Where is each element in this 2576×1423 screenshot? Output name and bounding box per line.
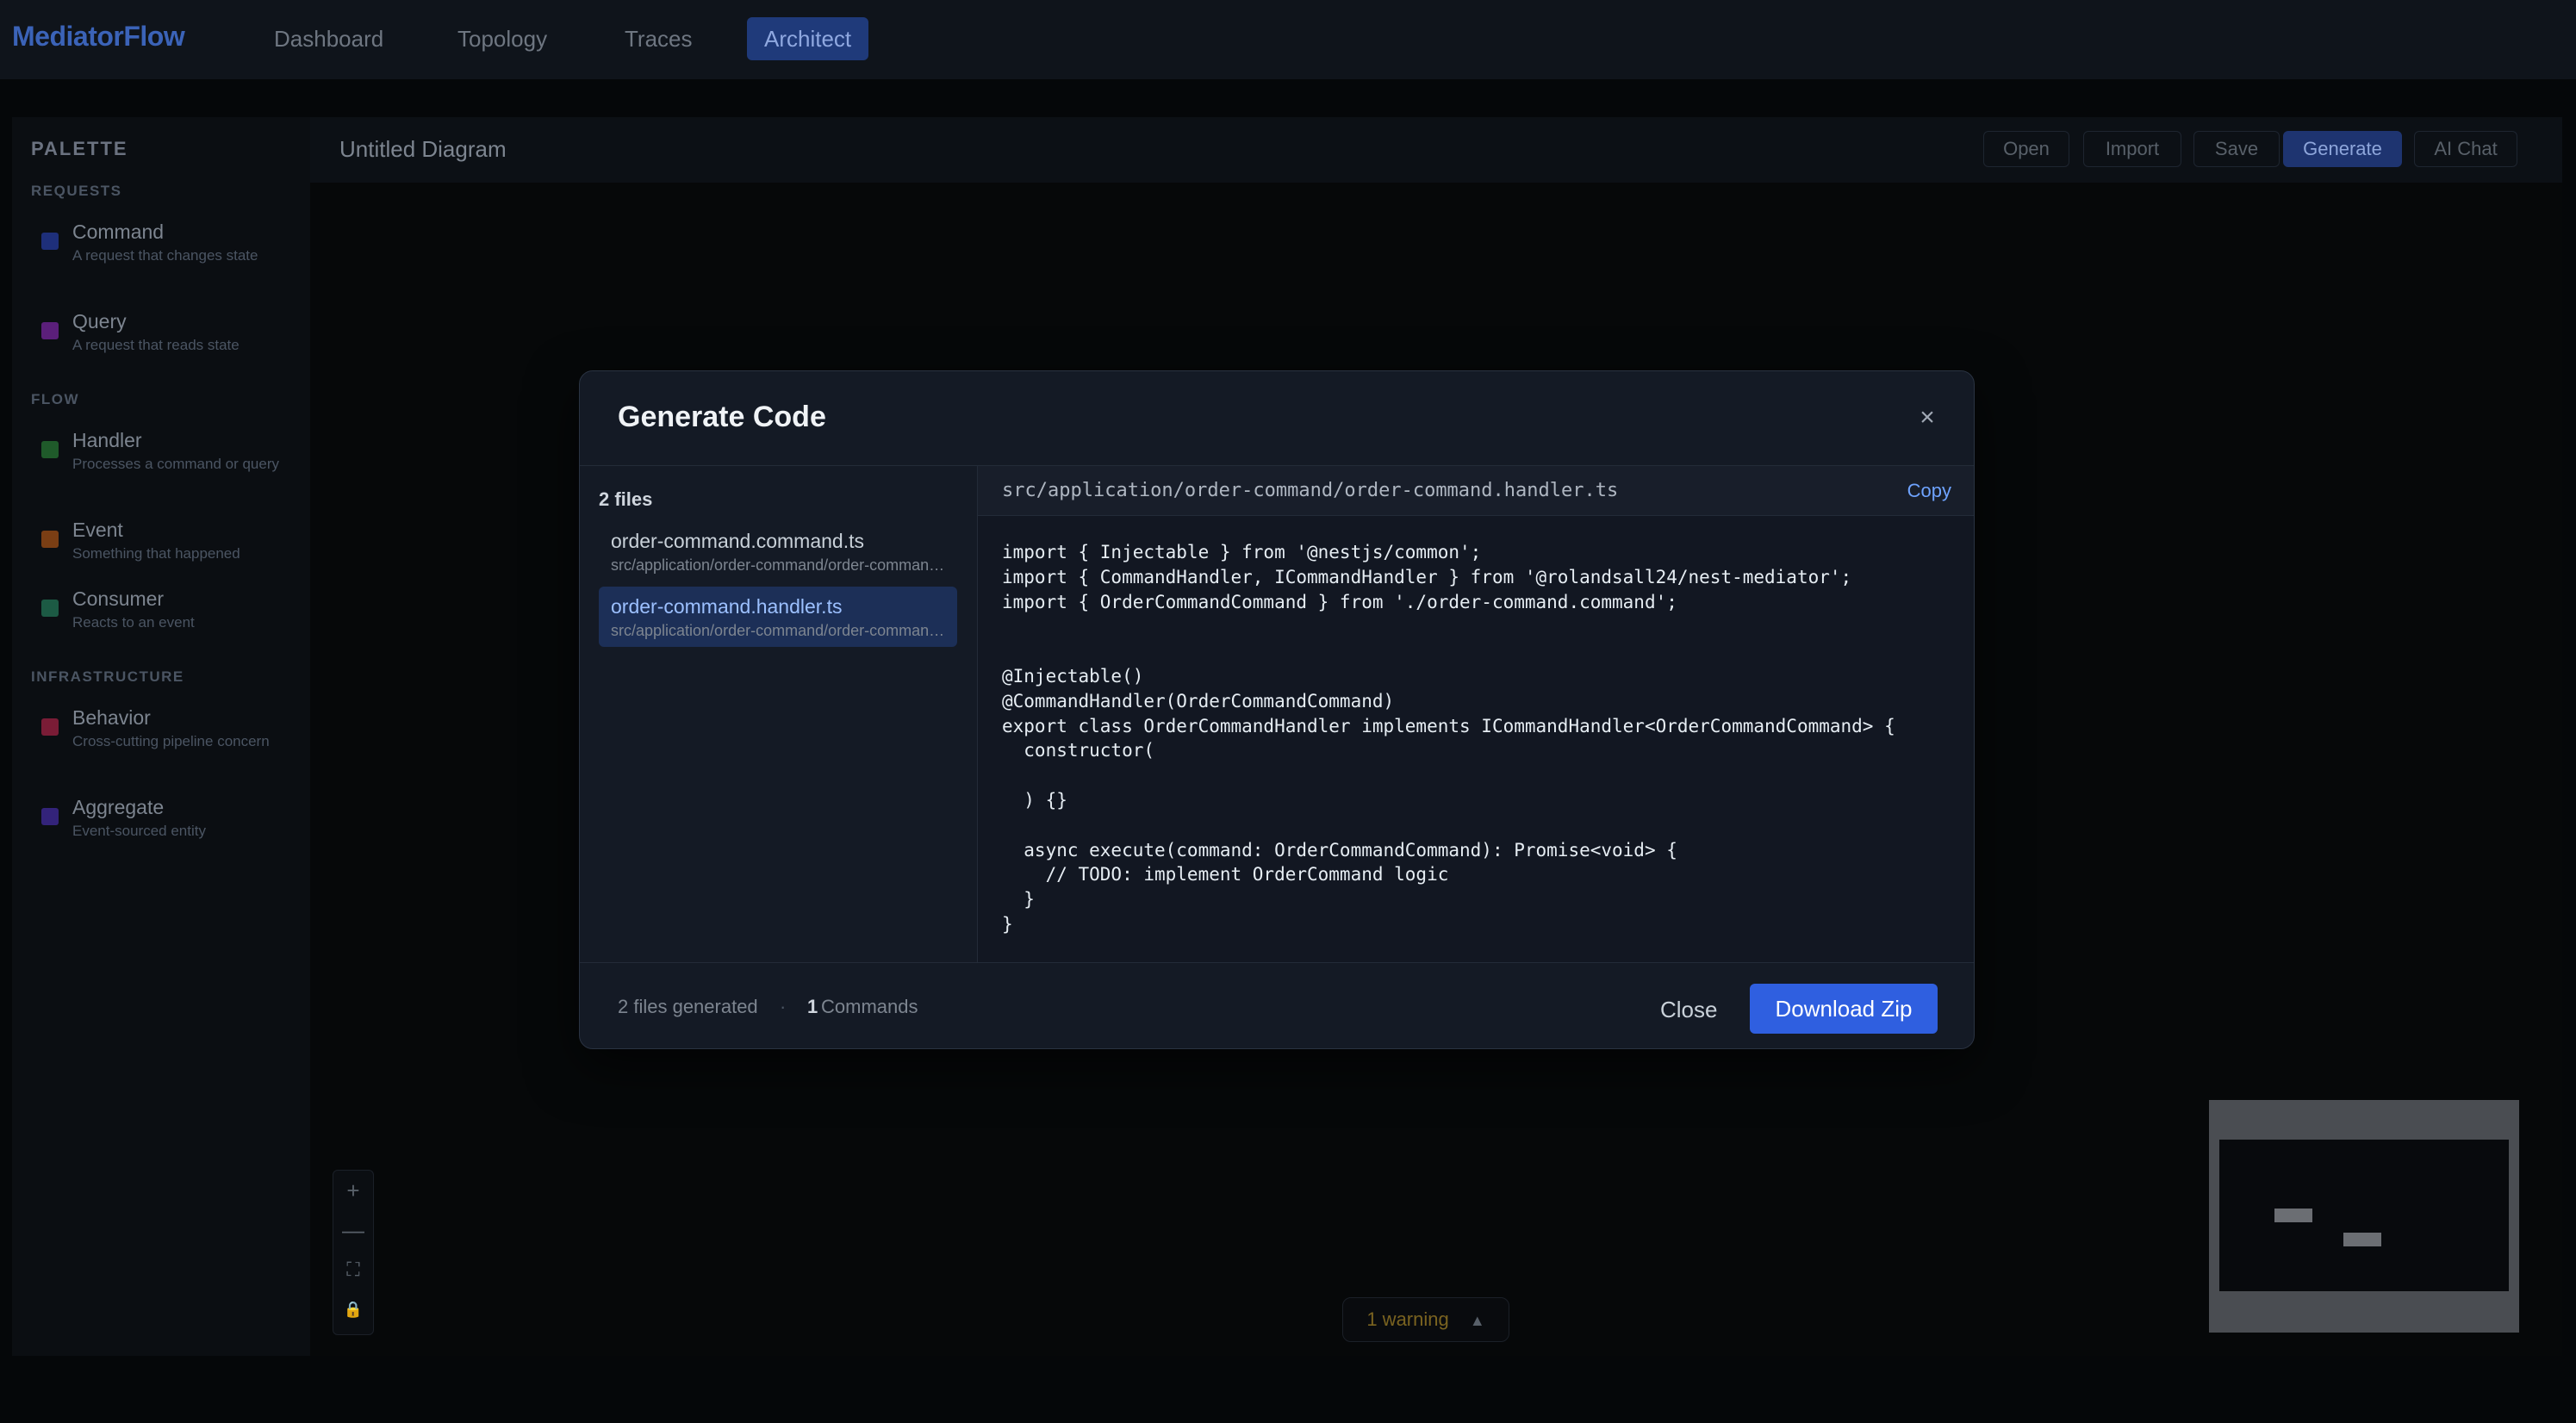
file-path: src/application/order-command/order-comm… (611, 622, 945, 639)
commands-count: 1 (807, 996, 818, 1017)
commands-label: Commands (821, 996, 918, 1017)
palette-item-label: Consumer (72, 587, 165, 610)
query-swatch-icon (41, 322, 59, 339)
modal-title: Generate Code (618, 401, 826, 433)
minimap[interactable] (2209, 1100, 2519, 1333)
save-button[interactable]: Save (2193, 131, 2280, 167)
code-file-path: src/application/order-command/order-comm… (1002, 480, 1619, 501)
fit-view-icon[interactable]: ⛶ (333, 1250, 373, 1289)
canvas-header: Untitled Diagram Open Import Save Genera… (310, 117, 2562, 183)
file-list: 2 files order-command.command.ts src/app… (580, 466, 978, 962)
file-count: 2 files (599, 488, 653, 510)
palette-item-desc: Cross-cutting pipeline concern (72, 733, 270, 749)
palette-item-desc: A request that changes state (72, 247, 258, 264)
palette-group-flow: FLOW (31, 391, 80, 407)
generate-button[interactable]: Generate (2283, 131, 2402, 167)
tab-topology[interactable]: Topology (440, 17, 564, 60)
diagram-title[interactable]: Untitled Diagram (339, 136, 507, 163)
download-zip-button[interactable]: Download Zip (1750, 984, 1938, 1034)
tab-dashboard[interactable]: Dashboard (257, 17, 401, 60)
generate-code-modal: Generate Code × 2 files order-command.co… (579, 370, 1975, 1049)
palette-item-desc: Something that happened (72, 545, 240, 562)
files-generated-text: 2 files generated (618, 996, 758, 1017)
consumer-swatch-icon (41, 600, 59, 617)
tab-architect[interactable]: Architect (747, 17, 869, 60)
code-preview: src/application/order-command/order-comm… (978, 466, 1974, 962)
minimap-viewport[interactable] (2219, 1140, 2509, 1291)
palette-item-label: Handler (72, 429, 142, 451)
file-item-active[interactable]: order-command.handler.ts src/application… (599, 587, 957, 647)
separator: · (780, 996, 787, 1017)
tab-traces[interactable]: Traces (607, 17, 710, 60)
file-item[interactable]: order-command.command.ts src/application… (599, 521, 957, 581)
file-path: src/application/order-command/order-comm… (611, 556, 945, 574)
palette-item-label: Command (72, 221, 165, 243)
palette-item-desc: A request that reads state (72, 337, 240, 353)
chevron-up-icon: ▲ (1469, 1312, 1485, 1329)
open-button[interactable]: Open (1983, 131, 2069, 167)
close-button[interactable]: Close (1648, 985, 1729, 1034)
palette-item-label: Aggregate (72, 796, 165, 818)
modal-header: Generate Code × (580, 371, 1974, 466)
minimap-node (2343, 1233, 2381, 1246)
event-swatch-icon (41, 531, 59, 548)
palette-item-desc: Processes a command or query (72, 456, 279, 472)
palette-item-desc: Reacts to an event (72, 614, 195, 631)
copy-button[interactable]: Copy (1907, 480, 1951, 502)
code-content[interactable]: import { Injectable } from '@nestjs/comm… (1002, 540, 1895, 937)
handler-swatch-icon (41, 441, 59, 458)
palette-group-requests: REQUESTS (31, 183, 122, 199)
palette-item-label: Query (72, 310, 127, 332)
minimap-node (2274, 1209, 2312, 1222)
file-name: order-command.command.ts (611, 530, 864, 552)
ai-chat-button[interactable]: AI Chat (2414, 131, 2517, 167)
close-icon[interactable]: × (1912, 402, 1943, 433)
warning-badge[interactable]: 1 warning ▲ (1342, 1297, 1509, 1342)
palette-item-label: Event (72, 519, 123, 541)
zoom-controls: + — ⛶ 🔒 (333, 1170, 374, 1335)
command-swatch-icon (41, 233, 59, 250)
palette-sidebar: PALETTE REQUESTS Command A request that … (12, 117, 310, 1356)
lock-icon[interactable]: 🔒 (333, 1289, 373, 1329)
warning-text: 1 warning (1366, 1308, 1449, 1330)
modal-footer: 2 files generated · 1 Commands Close Dow… (580, 962, 1974, 1048)
brand-logo[interactable]: MediatorFlow (12, 21, 185, 53)
zoom-out-icon[interactable]: — (333, 1210, 373, 1250)
behavior-swatch-icon (41, 718, 59, 736)
file-name: order-command.handler.ts (611, 595, 843, 618)
zoom-in-icon[interactable]: + (333, 1171, 373, 1210)
aggregate-swatch-icon (41, 808, 59, 825)
palette-group-infrastructure: INFRASTRUCTURE (31, 668, 184, 685)
code-header: src/application/order-command/order-comm… (978, 466, 1974, 516)
import-button[interactable]: Import (2083, 131, 2181, 167)
palette-title: PALETTE (31, 138, 128, 159)
palette-item-label: Behavior (72, 706, 151, 729)
palette-item-desc: Event-sourced entity (72, 823, 206, 839)
top-nav: MediatorFlow Dashboard Topology Traces A… (0, 0, 2576, 79)
